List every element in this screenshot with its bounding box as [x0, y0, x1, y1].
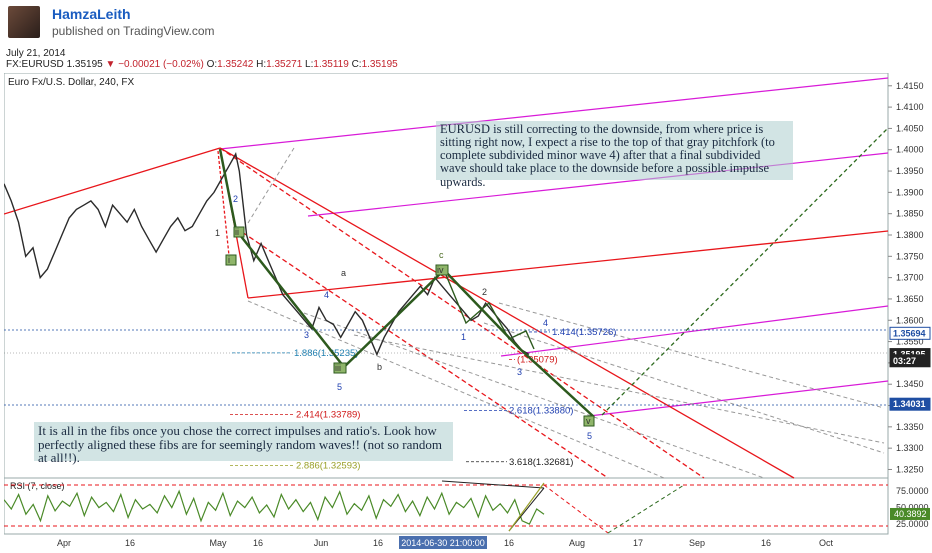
high-value: 1.35271	[266, 59, 303, 70]
low-value: 1.35119	[313, 59, 349, 70]
wave-label-v: v	[586, 416, 591, 426]
fib-level-label: 2.886(1.32593)	[296, 461, 360, 472]
y-tick-label: 1.3300	[896, 443, 924, 453]
x-tick-label: Sep	[689, 538, 705, 548]
x-tick-label: 17	[633, 538, 643, 548]
publish-header: HamzaLeith published on TradingView.com	[0, 0, 932, 44]
price-tag-label: 1.34031	[893, 399, 926, 409]
wave-label-c: c	[439, 250, 444, 260]
wave-label-4: 4	[324, 290, 329, 300]
rsi-title: RSI (7, close)	[10, 481, 65, 491]
price-tag-label: 03:27	[893, 356, 916, 366]
y-tick-label: 1.3250	[896, 464, 924, 474]
x-tick-label: Apr	[57, 538, 71, 548]
annotation-bottom[interactable]: It is all in the fibs once you chose the…	[34, 422, 453, 465]
wave-label-sub-3: 3	[517, 367, 522, 377]
y-tick-label: 1.4150	[896, 81, 924, 91]
price-tag-label: 1.35694	[893, 328, 926, 338]
x-tick-label: Aug	[569, 538, 585, 548]
wave-label-iii: iii	[335, 363, 341, 373]
wave-label-sub-4: 4	[543, 318, 548, 328]
x-tick-label: 16	[373, 538, 383, 548]
close-label: C:	[351, 59, 362, 70]
annotation-top[interactable]: EURUSD is still correcting to the downsi…	[436, 121, 793, 188]
wave-label-3: 3	[304, 330, 309, 340]
x-cursor-label: 2014-06-30 21:00:00	[401, 538, 485, 548]
y-tick-label: 1.4050	[896, 123, 924, 133]
y-tick-label: 1.3650	[896, 294, 924, 304]
wave-label-2: 2	[233, 194, 238, 204]
y-tick-label: 1.3600	[896, 315, 924, 325]
rsi-current-value: 40.3892	[894, 509, 927, 519]
x-tick-label: May	[209, 538, 227, 548]
wave-label-i: i	[228, 255, 230, 265]
close-value: 1.35195	[361, 59, 398, 70]
author-name[interactable]: HamzaLeith	[52, 6, 131, 22]
x-tick-label: Jun	[314, 538, 329, 548]
down-arrow-icon: ▼	[105, 59, 116, 70]
chart-date: July 21, 2014	[6, 48, 66, 59]
open-value: 1.35242	[217, 59, 254, 70]
rsi-tick-label: 25.0000	[896, 519, 929, 529]
fib-level-label: 1.886(1.35235)	[294, 348, 358, 359]
wave-label-b: b	[377, 362, 382, 372]
y-tick-label: 1.3850	[896, 209, 924, 219]
wave-label-sub-2: 2	[482, 287, 487, 297]
fib-level-label: 2.618(1.33880)	[509, 406, 573, 417]
last-price: 1.35195	[66, 59, 103, 70]
wave-label-1: 1	[215, 228, 220, 238]
open-label: O:	[206, 59, 218, 70]
x-tick-label: 16	[504, 538, 514, 548]
wave-label-sub-1: 1	[461, 332, 466, 342]
wave-label-5: 5	[337, 382, 342, 392]
chart-title: Euro Fx/U.S. Dollar, 240, FX	[8, 77, 134, 88]
y-tick-label: 1.3350	[896, 422, 924, 432]
y-tick-label: 1.3900	[896, 187, 924, 197]
wave-label-iv: iv	[437, 265, 444, 275]
wave-label-sub-5: 5	[587, 431, 592, 441]
x-tick-label: 16	[253, 538, 263, 548]
y-tick-label: 1.3950	[896, 166, 924, 176]
y-tick-label: 1.3750	[896, 251, 924, 261]
y-tick-label: 1.4100	[896, 102, 924, 112]
y-tick-label: 1.4000	[896, 145, 924, 155]
symbol-code: FX:EURUSD	[6, 59, 64, 70]
wave-label-ii: ii	[235, 227, 239, 237]
y-tick-label: 1.3450	[896, 379, 924, 389]
fib-level-label: 1.414(1.35726)	[552, 327, 616, 338]
x-tick-label: 16	[125, 538, 135, 548]
y-tick-label: 1.3800	[896, 230, 924, 240]
x-tick-label: 16	[761, 538, 771, 548]
author-avatar[interactable]	[8, 6, 40, 38]
price-change: −0.00021 (−0.02%)	[118, 59, 204, 70]
y-tick-label: 1.3700	[896, 273, 924, 283]
rsi-tick-label: 75.0000	[896, 486, 929, 496]
fib-level-label: 2.414(1.33789)	[296, 410, 360, 421]
rsi-axis: 75.000050.000025.000040.3892	[890, 486, 930, 529]
high-label: H:	[256, 59, 267, 70]
symbol-ohlc-line: FX:EURUSD 1.35195 ▼ −0.00021 (−0.02%) O:…	[6, 59, 398, 70]
published-on-text: published on TradingView.com	[52, 24, 215, 38]
fib-level-label: 3.618(1.32681)	[509, 457, 573, 468]
wave-label-a: a	[341, 268, 346, 278]
x-tick-label: Oct	[819, 538, 834, 548]
